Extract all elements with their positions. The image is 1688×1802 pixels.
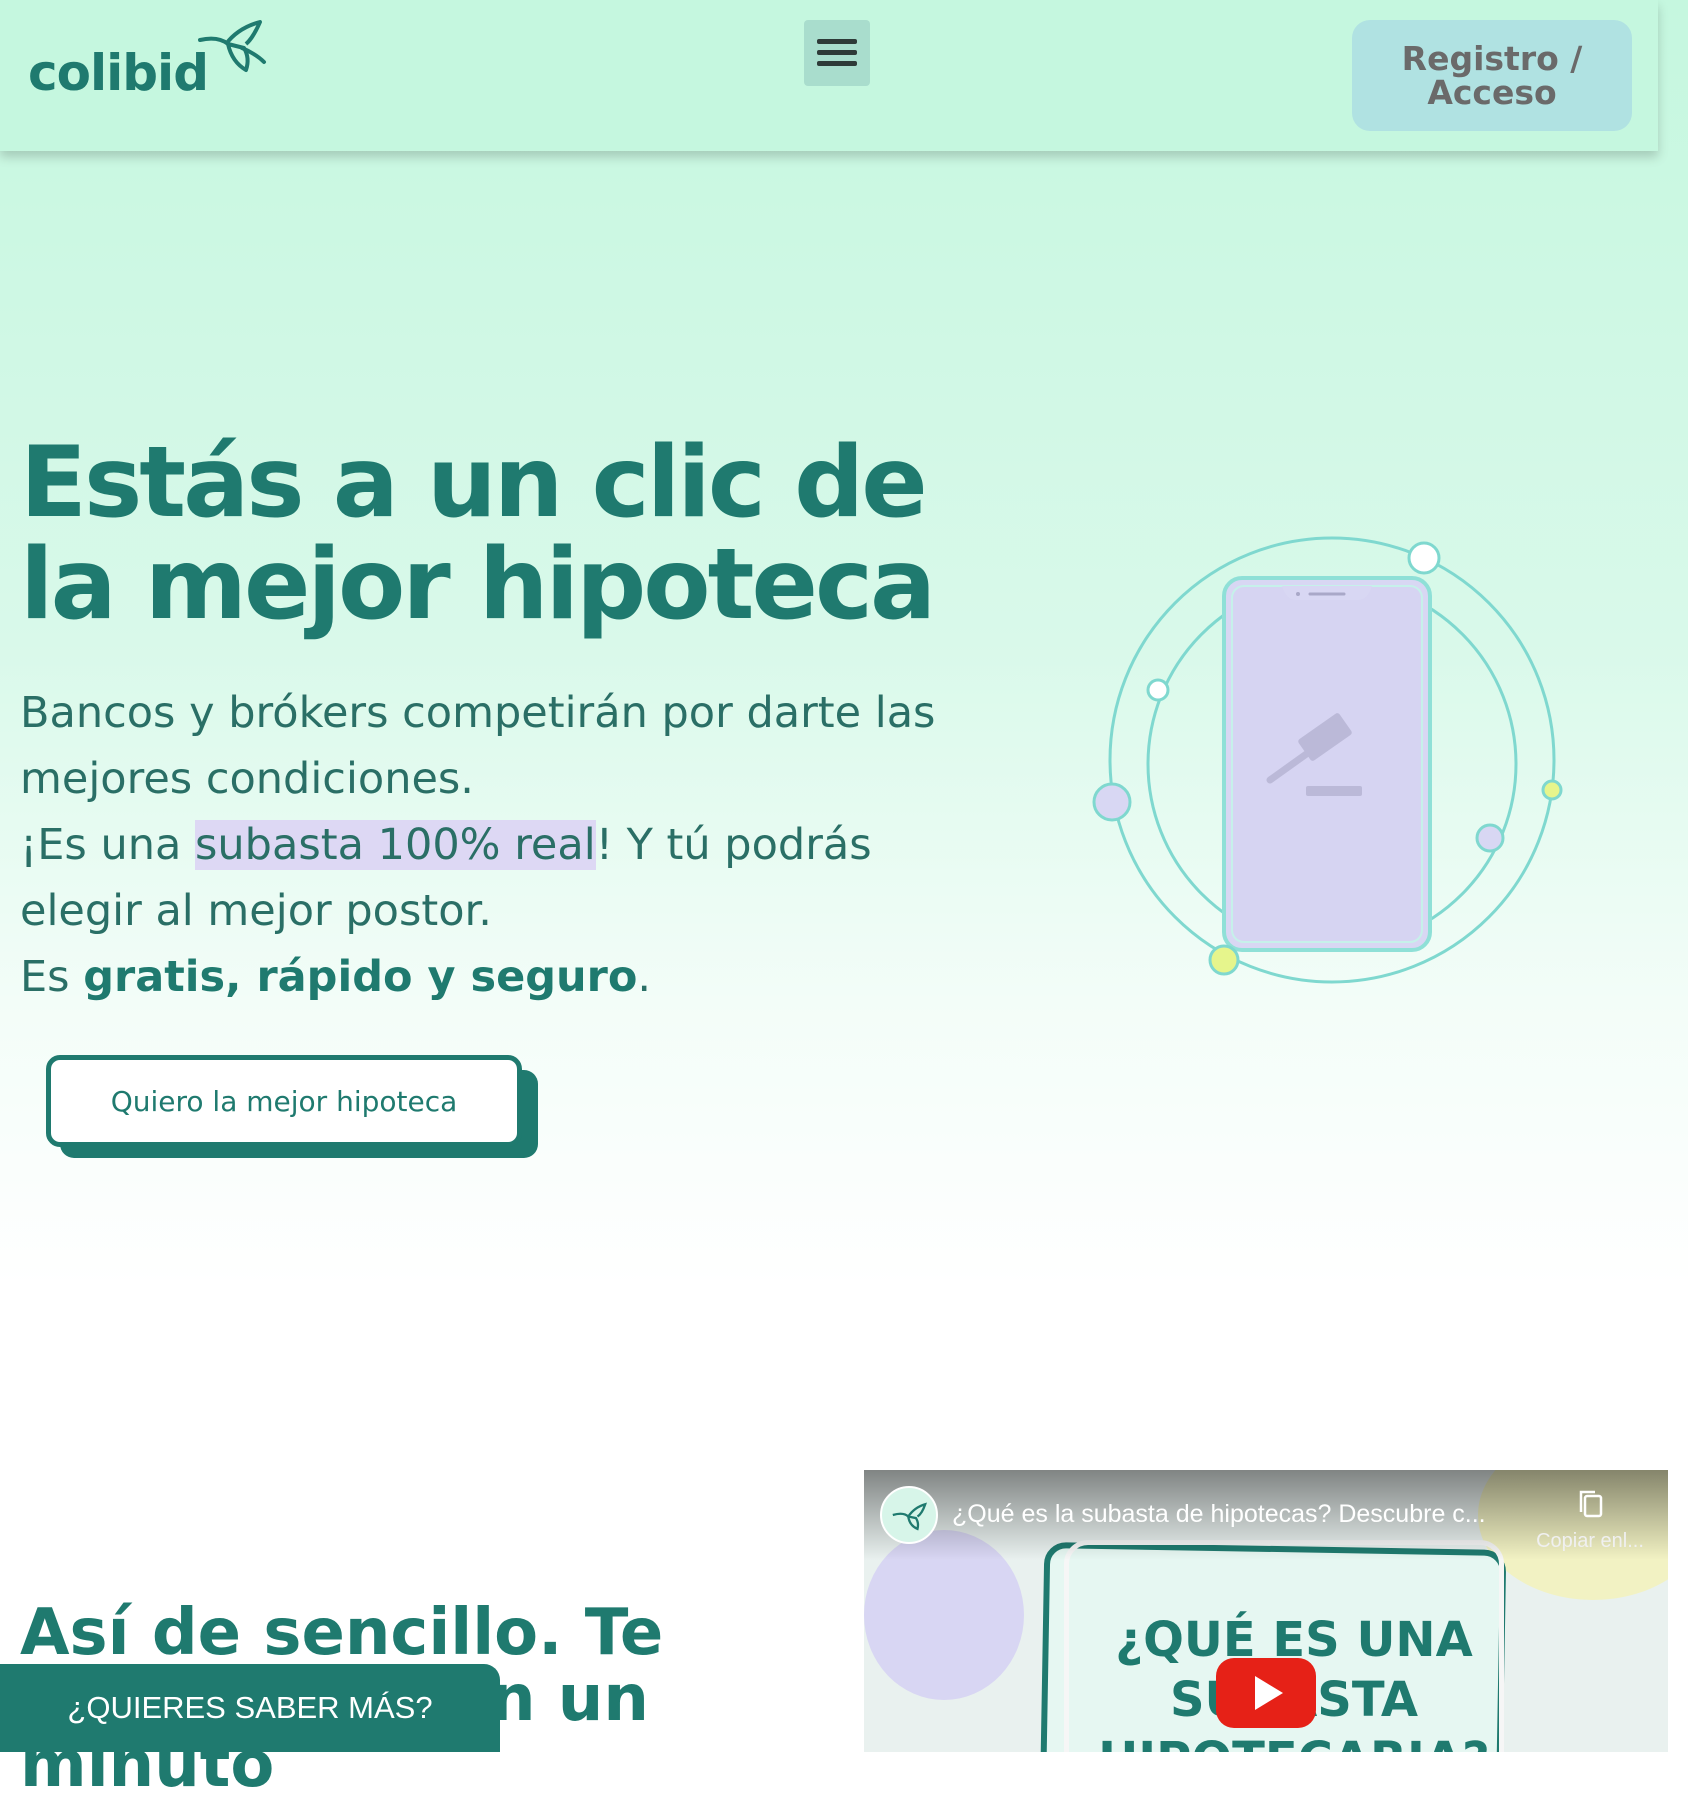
hero-line-3-bold: gratis, rápido y seguro — [83, 952, 638, 1002]
hero-title: Estás a un clic de la mejor hipoteca — [20, 426, 936, 642]
site-header: colibid Registro / Acceso — [0, 0, 1658, 151]
video-embed[interactable]: ¿QUÉ ES UNA SUBASTA HIPOTECARIA? ¿Qué es… — [864, 1470, 1668, 1752]
hero-line-1: Bancos y brókers competirán por darte la… — [20, 688, 936, 804]
hamburger-menu-icon — [817, 39, 857, 66]
hero-description: Bancos y brókers competirán por darte la… — [20, 680, 960, 1010]
hummingbird-icon — [892, 1502, 927, 1531]
hero-line-3: Es gratis, rápido y seguro. — [20, 944, 960, 1010]
logo[interactable]: colibid — [28, 44, 209, 102]
best-mortgage-cta-button[interactable]: Quiero la mejor hipoteca — [46, 1055, 522, 1147]
channel-avatar[interactable] — [880, 1486, 938, 1544]
highlight-real-auction: subasta 100% real — [195, 820, 596, 870]
menu-button[interactable] — [804, 20, 870, 86]
phone-auction-illustration — [1092, 536, 1563, 984]
video-title[interactable]: ¿Qué es la subasta de hipotecas? Descubr… — [952, 1500, 1512, 1529]
hero-line-3-post: . — [637, 952, 652, 1002]
logo-text: colibid — [28, 44, 209, 102]
learn-more-label: ¿QUIERES SABER MÁS? — [67, 1690, 433, 1725]
hummingbird-icon — [198, 20, 266, 72]
hero-line-2-pre: ¡Es una — [20, 820, 196, 870]
play-icon — [1255, 1676, 1283, 1710]
login-register-button[interactable]: Registro / Acceso — [1352, 20, 1632, 131]
youtube-play-button[interactable] — [1216, 1658, 1316, 1728]
login-register-label: Registro / Acceso — [1401, 38, 1583, 112]
cta-label: Quiero la mejor hipoteca — [110, 1084, 458, 1118]
copy-link-label[interactable]: Copiar enl... — [1520, 1530, 1660, 1553]
learn-more-sticky-button[interactable]: ¿QUIERES SABER MÁS? — [0, 1664, 500, 1752]
hero-line-2: ¡Es una subasta 100% real! Y tú podrás e… — [20, 812, 960, 944]
hero-line-3-pre: Es — [20, 952, 84, 1002]
copy-link-icon[interactable] — [1576, 1488, 1606, 1520]
